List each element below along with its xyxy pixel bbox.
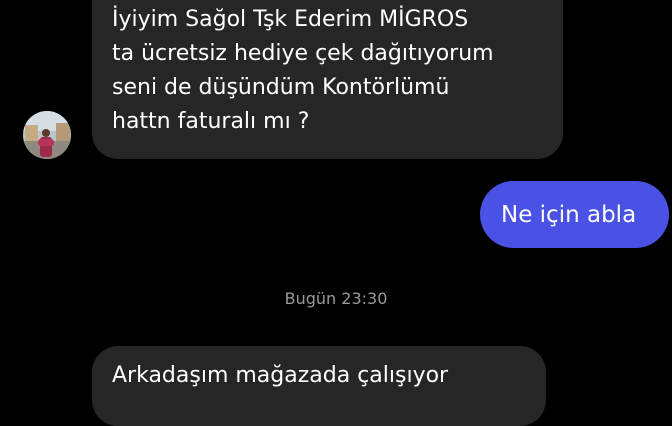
message-timestamp: Bugün 23:30 — [284, 289, 388, 308]
message-line: ta ücretsiz hediye çek dağıtıyorum — [112, 41, 494, 66]
incoming-message-bubble[interactable]: İyiyim Sağol Tşk Ederim MİGROS ta ücrets… — [92, 0, 563, 159]
message-line: Arkadaşım mağazada çalışıyor — [112, 363, 449, 388]
avatar-photo-icon — [23, 111, 71, 159]
outgoing-message-bubble[interactable]: Ne için abla — [480, 181, 669, 248]
message-line: seni de düşündüm Kontörlümü — [112, 75, 450, 100]
message-line: hattn faturalı mı ? — [112, 109, 310, 134]
message-text: Ne için abla — [501, 202, 637, 228]
incoming-message-bubble[interactable]: Arkadaşım mağazada çalışıyor — [92, 346, 546, 426]
contact-avatar[interactable] — [23, 111, 71, 159]
message-line: İyiyim Sağol Tşk Ederim MİGROS — [112, 7, 469, 32]
